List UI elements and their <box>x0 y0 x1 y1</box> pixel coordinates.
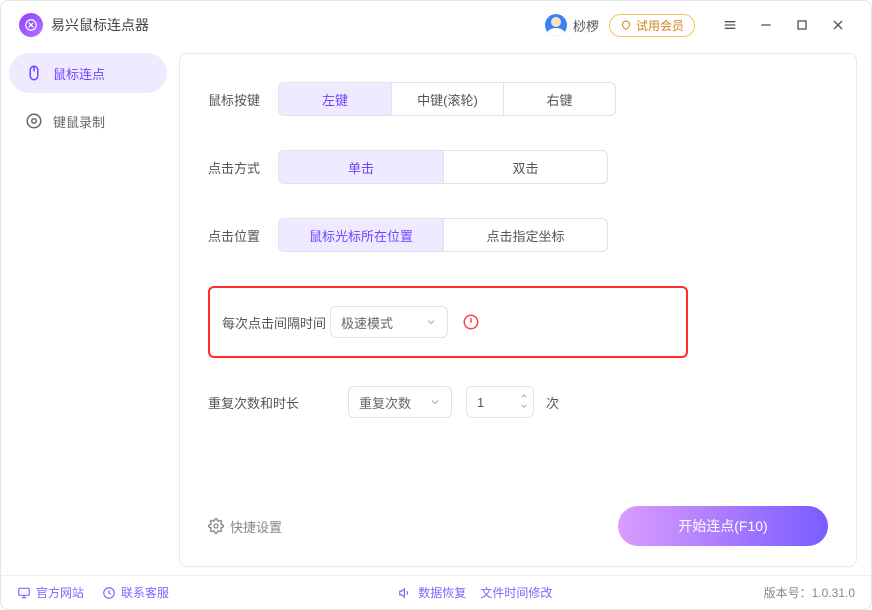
app-logo-icon <box>19 13 43 37</box>
headset-icon <box>102 586 116 600</box>
opt-right-button[interactable]: 右键 <box>503 83 615 115</box>
record-icon <box>25 112 43 130</box>
label-mouse-button: 鼠标按键 <box>208 90 278 109</box>
contact-service-label: 联系客服 <box>121 584 169 601</box>
row-repeat: 重复次数和时长 重复次数 1 次 <box>208 386 828 418</box>
start-button-label: 开始连点(F10) <box>678 516 767 536</box>
app-title: 易兴鼠标连点器 <box>51 15 149 35</box>
speaker-icon <box>398 586 412 600</box>
seg-mouse-button: 左键 中键(滚轮) 右键 <box>278 82 616 116</box>
row-click-mode: 点击方式 单击 双击 <box>208 150 828 184</box>
official-site-label: 官方网站 <box>36 584 84 601</box>
start-button[interactable]: 开始连点(F10) <box>618 506 828 546</box>
status-bar: 官方网站 联系客服 数据恢复 文件时间修改 版本号：1.0.31.0 <box>1 575 871 609</box>
contact-service-link[interactable]: 联系客服 <box>102 584 169 601</box>
file-time-link[interactable]: 文件时间修改 <box>480 584 552 601</box>
monitor-icon <box>17 586 31 600</box>
seg-click-position: 鼠标光标所在位置 点击指定坐标 <box>278 218 608 252</box>
chevron-down-icon <box>429 396 441 408</box>
opt-fixed-position[interactable]: 点击指定坐标 <box>443 219 607 251</box>
sidebar-item-record[interactable]: 键鼠录制 <box>9 101 167 141</box>
content-panel: 鼠标按键 左键 中键(滚轮) 右键 点击方式 单击 双击 点击位置 鼠标光标所在… <box>179 53 857 567</box>
repeat-spinner <box>519 391 529 411</box>
mouse-icon <box>25 64 43 82</box>
opt-double-click[interactable]: 双击 <box>443 151 607 183</box>
chevron-up-icon[interactable] <box>519 391 529 401</box>
sidebar: 鼠标连点 键鼠录制 <box>9 49 167 575</box>
quick-settings[interactable]: 快捷设置 <box>208 517 282 536</box>
interval-mode-value: 极速模式 <box>341 313 393 332</box>
repeat-mode-value: 重复次数 <box>359 393 411 412</box>
label-click-position: 点击位置 <box>208 226 278 245</box>
label-click-mode: 点击方式 <box>208 158 278 177</box>
repeat-unit: 次 <box>546 393 559 412</box>
interval-highlight: 每次点击间隔时间 极速模式 <box>208 286 688 358</box>
status-center: 数据恢复 文件时间修改 <box>187 584 764 601</box>
repeat-count-value: 1 <box>477 395 484 410</box>
quick-settings-label: 快捷设置 <box>230 517 282 536</box>
repeat-mode-select[interactable]: 重复次数 <box>348 386 452 418</box>
label-repeat: 重复次数和时长 <box>208 393 348 412</box>
chevron-down-icon <box>425 316 437 328</box>
menu-button[interactable] <box>715 10 745 40</box>
data-recover-link[interactable]: 数据恢复 <box>418 584 466 601</box>
content-footer: 快捷设置 开始连点(F10) <box>208 490 828 546</box>
warning-icon <box>462 313 480 331</box>
close-button[interactable] <box>823 10 853 40</box>
sidebar-item-label: 鼠标连点 <box>53 64 105 83</box>
main-area: 鼠标连点 键鼠录制 鼠标按键 左键 中键(滚轮) 右键 点击方式 单击 双击 <box>1 49 871 575</box>
gear-icon <box>208 518 224 534</box>
member-badge-label: 试用会员 <box>636 17 684 34</box>
official-site-link[interactable]: 官方网站 <box>17 584 84 601</box>
seg-click-mode: 单击 双击 <box>278 150 608 184</box>
label-interval: 每次点击间隔时间 <box>222 313 330 332</box>
username: 桫椤 <box>573 16 599 35</box>
opt-single-click[interactable]: 单击 <box>279 151 443 183</box>
sidebar-item-autoclick[interactable]: 鼠标连点 <box>9 53 167 93</box>
chevron-down-icon[interactable] <box>519 401 529 411</box>
repeat-count-input[interactable]: 1 <box>466 386 534 418</box>
row-click-position: 点击位置 鼠标光标所在位置 点击指定坐标 <box>208 218 828 252</box>
maximize-button[interactable] <box>787 10 817 40</box>
member-badge[interactable]: 试用会员 <box>609 14 695 37</box>
version-text: 版本号：1.0.31.0 <box>764 584 855 601</box>
opt-cursor-position[interactable]: 鼠标光标所在位置 <box>279 219 443 251</box>
row-mouse-button: 鼠标按键 左键 中键(滚轮) 右键 <box>208 82 828 116</box>
avatar[interactable] <box>545 14 567 36</box>
minimize-button[interactable] <box>751 10 781 40</box>
opt-middle-button[interactable]: 中键(滚轮) <box>391 83 503 115</box>
interval-mode-select[interactable]: 极速模式 <box>330 306 448 338</box>
sidebar-item-label: 键鼠录制 <box>53 112 105 131</box>
opt-left-button[interactable]: 左键 <box>279 83 391 115</box>
title-bar: 易兴鼠标连点器 桫椤 试用会员 <box>1 1 871 49</box>
